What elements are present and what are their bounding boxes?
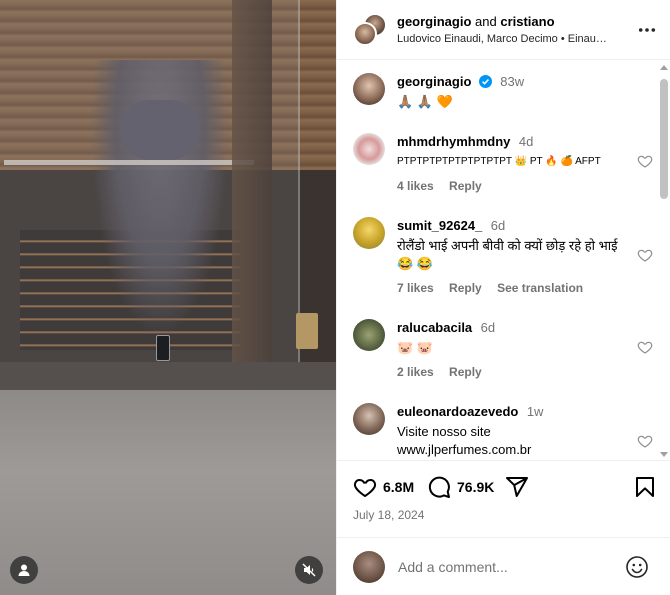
share-button[interactable] <box>505 475 529 499</box>
author-link[interactable]: georginagio <box>397 14 471 29</box>
comment-username[interactable]: euleonardoazevedo <box>397 404 518 419</box>
scroll-up-arrow[interactable] <box>660 65 668 70</box>
scroll-down-arrow[interactable] <box>660 452 668 457</box>
comment-item: euleonardoazevedo 1w Visite nosso site w… <box>353 403 653 459</box>
avatar[interactable] <box>353 319 385 351</box>
comment-item: ralucabacila 6d 🐷 🐷 2 likes Reply <box>353 319 653 379</box>
comment-age[interactable]: 4d <box>519 134 533 149</box>
bookmark-icon <box>636 477 654 497</box>
emoji-icon[interactable] <box>625 555 649 579</box>
post-dialog: georginagio and cristiano Ludovico Einau… <box>0 0 670 595</box>
comment-username[interactable]: ralucabacila <box>397 320 472 335</box>
likes-count[interactable]: 2 likes <box>397 365 434 379</box>
likes-total[interactable]: 6.8M <box>383 479 414 495</box>
like-comment-icon[interactable] <box>637 433 653 449</box>
comment-meta: 2 likes Reply <box>397 365 625 379</box>
comment-text: Visite nosso site www.jlperfumes.com.br <box>397 424 532 457</box>
comment-body: euleonardoazevedo 1w Visite nosso site w… <box>397 403 625 459</box>
comment-button[interactable]: 76.9K <box>427 475 494 499</box>
comment-composer <box>337 537 670 595</box>
collab-names: georginagio and cristiano <box>397 14 629 29</box>
like-comment-icon[interactable] <box>637 153 653 169</box>
more-options-button[interactable] <box>635 20 659 40</box>
comment-text: PTPTPTPTPTPTPTPTPT 👑 PT 🔥 🍊 AFPT <box>397 156 601 167</box>
avatar[interactable] <box>353 73 385 105</box>
video-frame-floor <box>0 390 336 595</box>
more-icon <box>638 28 656 32</box>
tagged-users-button[interactable] <box>10 556 38 584</box>
verified-icon <box>478 75 492 88</box>
comment-item: mhmdrhymhmdny 4d PTPTPTPTPTPTPTPTPT 👑 PT… <box>353 133 653 193</box>
caption-text: 🙏🏽 🙏🏽 🧡 <box>397 94 453 109</box>
share-icon <box>506 477 528 497</box>
caption: georginagio 83w 🙏🏽 🙏🏽 🧡 <box>353 73 653 111</box>
save-button[interactable] <box>633 475 657 499</box>
comment-text: 🐷 🐷 <box>397 340 433 355</box>
caption-age[interactable]: 83w <box>500 74 524 89</box>
comment-username[interactable]: mhmdrhymhmdny <box>397 134 510 149</box>
video-frame-glass <box>0 0 300 380</box>
reply-link[interactable]: Reply <box>449 179 482 193</box>
header-text: georginagio and cristiano Ludovico Einau… <box>397 14 629 45</box>
avatar[interactable] <box>353 217 385 249</box>
comment-age[interactable]: 1w <box>527 404 544 419</box>
caption-username[interactable]: georginagio <box>397 74 471 89</box>
post-side-panel: georginagio and cristiano Ludovico Einau… <box>336 0 670 595</box>
comment-body: sumit_92624_ 6d रोलैंडो भाई अपनी बीवी को… <box>397 217 625 295</box>
comment-input[interactable] <box>398 558 618 575</box>
see-translation-link[interactable]: See translation <box>497 281 583 295</box>
comment-age[interactable]: 6d <box>491 218 505 233</box>
reply-link[interactable]: Reply <box>449 281 482 295</box>
audio-link[interactable]: Ludovico Einaudi, Marco Decimo • Einau… <box>397 33 629 45</box>
comments-scrollbar[interactable] <box>660 61 668 459</box>
joiner-text: and <box>475 14 497 29</box>
avatar <box>353 21 377 46</box>
comments-total[interactable]: 76.9K <box>457 479 494 495</box>
avatar <box>353 550 385 583</box>
comment-meta: 4 likes Reply <box>397 179 625 193</box>
coauthor-link[interactable]: cristiano <box>500 14 554 29</box>
like-comment-icon[interactable] <box>637 339 653 355</box>
comment-body: mhmdrhymhmdny 4d PTPTPTPTPTPTPTPTPT 👑 PT… <box>397 133 625 193</box>
caption-body: georginagio 83w 🙏🏽 🙏🏽 🧡 <box>397 73 625 111</box>
mute-button[interactable] <box>295 556 323 584</box>
post-header: georginagio and cristiano Ludovico Einau… <box>337 0 670 60</box>
comment-item: sumit_92624_ 6d रोलैंडो भाई अपनी बीवी को… <box>353 217 653 295</box>
collab-avatars[interactable] <box>353 12 387 47</box>
scroll-thumb[interactable] <box>660 79 668 199</box>
comment-username[interactable]: sumit_92624_ <box>397 218 482 233</box>
likes-count[interactable]: 7 likes <box>397 281 434 295</box>
mute-icon <box>302 563 316 577</box>
reply-link[interactable]: Reply <box>449 365 482 379</box>
like-comment-icon[interactable] <box>637 247 653 263</box>
video-frame-sill <box>0 362 336 390</box>
like-button[interactable]: 6.8M <box>353 475 414 499</box>
video-frame-phone <box>156 335 170 361</box>
post-video[interactable] <box>0 0 336 595</box>
comment-body: ralucabacila 6d 🐷 🐷 2 likes Reply <box>397 319 625 379</box>
comment-age[interactable]: 6d <box>481 320 495 335</box>
post-date[interactable]: July 18, 2024 <box>353 508 424 522</box>
user-icon <box>18 564 30 576</box>
comment-meta: 7 likes Reply See translation <box>397 281 625 295</box>
video-frame-handle <box>296 313 318 349</box>
comment-text: रोलैंडो भाई अपनी बीवी को क्यों छोड़ रहे … <box>397 238 618 271</box>
avatar[interactable] <box>353 133 385 165</box>
comments-list[interactable]: georginagio 83w 🙏🏽 🙏🏽 🧡 mhmdrhymhmdny 4d… <box>337 61 670 459</box>
comment-icon <box>428 476 450 498</box>
likes-count[interactable]: 4 likes <box>397 179 434 193</box>
avatar[interactable] <box>353 403 385 435</box>
heart-icon <box>353 478 377 498</box>
